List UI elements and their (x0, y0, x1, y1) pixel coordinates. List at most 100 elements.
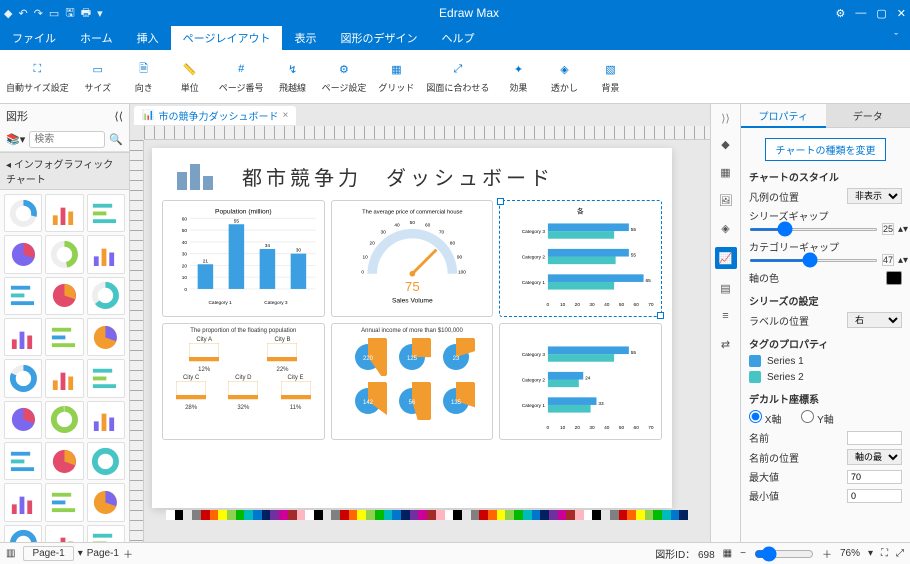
dashboard-card[interactable]: Category 355Category 224Category 1330102… (499, 323, 662, 440)
color-swatch[interactable] (584, 510, 593, 520)
color-swatch[interactable] (401, 510, 410, 520)
menu-home[interactable]: ホーム (68, 26, 125, 50)
ribbon-pageno[interactable]: #ページ番号 (219, 59, 264, 94)
color-swatch[interactable] (462, 510, 471, 520)
shape-thumb[interactable] (4, 194, 42, 232)
shape-thumb[interactable] (45, 401, 83, 439)
ribbon-pagesetup[interactable]: ⚙ページ設定 (322, 59, 367, 94)
change-chart-type-button[interactable]: チャートの種類を変更 (765, 138, 887, 161)
zoom-dropdown-icon[interactable]: ▾ (868, 548, 873, 559)
color-swatch[interactable] (471, 510, 480, 520)
search-icon[interactable]: 🔍 (109, 133, 123, 146)
align-icon[interactable]: ≡ (717, 307, 735, 325)
menu-collapse-icon[interactable]: ˇ (882, 26, 910, 50)
color-swatch[interactable] (270, 510, 279, 520)
menu-view[interactable]: 表示 (282, 26, 328, 50)
color-swatch[interactable] (479, 510, 488, 520)
shape-thumb[interactable] (87, 318, 125, 356)
color-swatch[interactable] (566, 510, 575, 520)
shape-thumb[interactable] (4, 235, 42, 273)
dashboard-card[interactable]: 各Category 355Category 255Category 165010… (499, 200, 662, 317)
shape-thumb[interactable] (87, 359, 125, 397)
color-swatch[interactable] (244, 510, 253, 520)
color-swatch[interactable] (253, 510, 262, 520)
color-swatch[interactable] (445, 510, 454, 520)
shape-thumb[interactable] (4, 318, 42, 356)
color-palette-bar[interactable] (152, 508, 702, 522)
shape-thumb[interactable] (45, 483, 83, 521)
name-pos-select[interactable]: 軸の最後 (847, 449, 902, 465)
ribbon-jumpline[interactable]: ↯飛越線 (276, 59, 310, 94)
xaxis-radio[interactable]: X軸 (749, 410, 781, 426)
color-swatch[interactable] (436, 510, 445, 520)
table-icon[interactable]: ▤ (717, 279, 735, 297)
canvas[interactable]: 都市競争力 ダッシュボード Population (million)010203… (144, 140, 710, 542)
ribbon-unit[interactable]: 📏単位 (173, 59, 207, 94)
color-swatch[interactable] (262, 510, 271, 520)
add-page-icon[interactable]: ＋ (123, 546, 133, 561)
settings-icon[interactable]: ⚙ (836, 7, 846, 20)
shape-thumb[interactable] (45, 359, 83, 397)
color-swatch[interactable] (662, 510, 671, 520)
color-swatch[interactable] (592, 510, 601, 520)
color-swatch[interactable] (627, 510, 636, 520)
color-swatch[interactable] (636, 510, 645, 520)
shape-thumb[interactable] (4, 277, 42, 315)
print-icon[interactable]: 🖶 (81, 4, 91, 23)
shape-thumb[interactable] (87, 442, 125, 480)
shape-thumb[interactable] (45, 442, 83, 480)
stepper-icon[interactable]: ▴▾ (898, 224, 908, 235)
category-gap-value[interactable]: 47 (882, 254, 894, 266)
stepper-icon[interactable]: ▴▾ (898, 255, 908, 266)
image-icon[interactable]: 🖼 (717, 191, 735, 209)
minimize-icon[interactable]: — (855, 7, 866, 20)
color-swatch[interactable] (166, 510, 175, 520)
page-dropdown-icon[interactable]: ▾ (78, 548, 83, 559)
menu-help[interactable]: ヘルプ (429, 26, 486, 50)
color-swatch[interactable] (610, 510, 619, 520)
redo-icon[interactable]: ↷ (34, 7, 43, 20)
color-swatch[interactable] (532, 510, 541, 520)
shape-thumb[interactable] (87, 483, 125, 521)
drawing-page[interactable]: 都市競争力 ダッシュボード Population (million)010203… (152, 148, 672, 508)
color-swatch[interactable] (210, 510, 219, 520)
category-gap-slider[interactable] (749, 259, 878, 262)
menu-shapedesign[interactable]: 図形のデザイン (328, 26, 429, 50)
shape-thumb[interactable] (4, 442, 42, 480)
label-pos-select[interactable]: 右 (847, 312, 902, 328)
color-swatch[interactable] (549, 510, 558, 520)
ribbon-size[interactable]: ▭サイズ (81, 59, 115, 94)
color-swatch[interactable] (453, 510, 462, 520)
color-swatch[interactable] (201, 510, 210, 520)
ribbon-background[interactable]: ▧背景 (593, 59, 627, 94)
tab-properties[interactable]: プロパティ (741, 104, 826, 128)
legend-pos-select[interactable]: 非表示 (847, 188, 902, 204)
color-swatch[interactable] (305, 510, 314, 520)
color-swatch[interactable] (288, 510, 297, 520)
color-swatch[interactable] (523, 510, 532, 520)
shape-search-input[interactable] (29, 131, 105, 148)
color-swatch[interactable] (349, 510, 358, 520)
undo-icon[interactable]: ↶ (18, 7, 27, 20)
chart-icon[interactable]: 📈 (715, 247, 737, 269)
color-swatch[interactable] (575, 510, 584, 520)
color-swatch[interactable] (323, 510, 332, 520)
dashboard-card[interactable]: The average price of commercial house010… (331, 200, 494, 317)
color-swatch[interactable] (619, 510, 628, 520)
save-icon[interactable]: 🖫 (65, 4, 74, 23)
dashboard-card[interactable]: The proportion of the floating populatio… (162, 323, 325, 440)
shape-thumb[interactable] (45, 277, 83, 315)
color-swatch[interactable] (601, 510, 610, 520)
fit-page-icon[interactable]: ⛶ (881, 548, 888, 559)
color-swatch[interactable] (297, 510, 306, 520)
menu-insert[interactable]: 挿入 (125, 26, 171, 50)
zoom-slider[interactable] (754, 546, 814, 562)
color-swatch[interactable] (279, 510, 288, 520)
grid-icon[interactable]: ▦ (717, 163, 735, 181)
color-swatch[interactable] (558, 510, 567, 520)
color-swatch[interactable] (505, 510, 514, 520)
shape-thumb[interactable] (4, 359, 42, 397)
color-swatch[interactable] (357, 510, 366, 520)
doc-tab-close-icon[interactable]: × (282, 110, 288, 121)
ribbon-grid[interactable]: ▦グリッド (378, 59, 414, 94)
